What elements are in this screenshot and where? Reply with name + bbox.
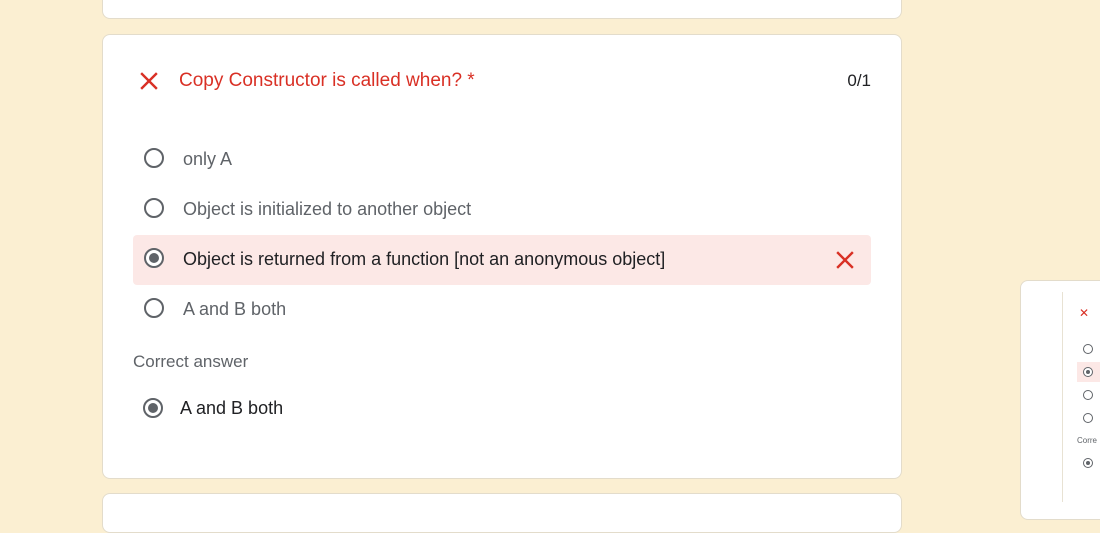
mini-radio-correct xyxy=(1083,458,1093,468)
radio-button[interactable] xyxy=(144,198,164,218)
correct-answer-option: A and B both xyxy=(133,393,533,427)
option-label: Object is returned from a function [not … xyxy=(183,249,666,269)
mini-radio xyxy=(1083,390,1093,400)
incorrect-icon xyxy=(140,72,158,90)
radio-button[interactable] xyxy=(144,298,164,318)
question-header: Copy Constructor is called when? * 0/1 xyxy=(137,69,871,93)
correct-answer-label: A and B both xyxy=(180,398,284,418)
question-title: Copy Constructor is called when? * xyxy=(179,70,475,91)
incorrect-answer-icon xyxy=(836,251,854,269)
mini-radio xyxy=(1083,344,1093,354)
question-score: 0/1 xyxy=(847,71,871,90)
question-card: Copy Constructor is called when? * 0/1 o… xyxy=(102,34,902,479)
mini-preview-inner xyxy=(1062,292,1100,502)
mini-radio xyxy=(1083,413,1093,423)
radio-button[interactable] xyxy=(144,148,164,168)
option-only-a[interactable]: only A xyxy=(133,135,871,185)
radio-button-selected[interactable] xyxy=(144,248,164,268)
next-question-card xyxy=(102,493,902,533)
option-initialized[interactable]: Object is initialized to another object xyxy=(133,185,871,235)
option-label: Object is initialized to another object xyxy=(183,199,472,219)
mini-correct-heading: Corre xyxy=(1077,436,1098,445)
option-a-and-b[interactable]: A and B both xyxy=(133,285,871,335)
radio-button-correct xyxy=(143,398,163,418)
option-returned-selected[interactable]: Object is returned from a function [not … xyxy=(133,235,871,285)
option-label: only A xyxy=(183,149,233,169)
correct-answer-heading: Correct answer xyxy=(133,352,249,371)
option-label: A and B both xyxy=(183,299,287,319)
previous-question-card xyxy=(102,0,902,19)
mini-radio-selected xyxy=(1083,367,1093,377)
mini-incorrect-icon: ✕ xyxy=(1079,306,1090,320)
